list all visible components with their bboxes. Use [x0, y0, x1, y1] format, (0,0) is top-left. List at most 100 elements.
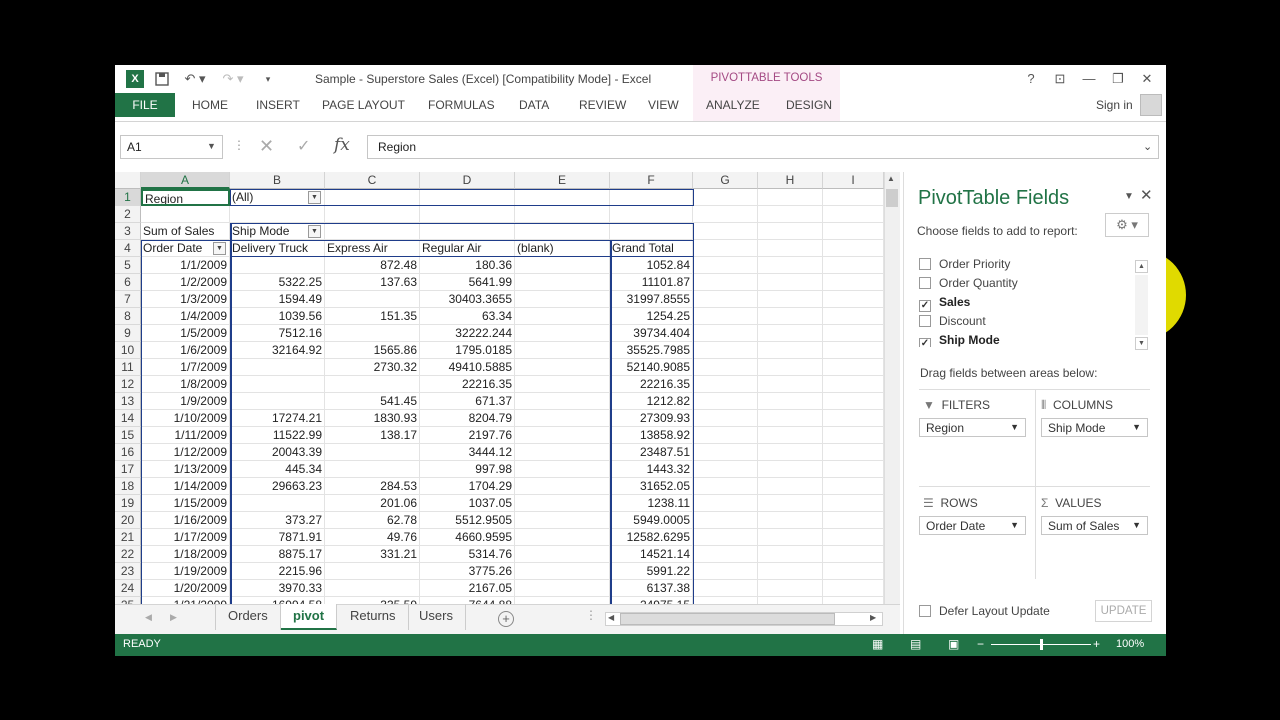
row-header[interactable]: 19	[115, 495, 141, 512]
pivot-header-cell[interactable]: Delivery Truck	[230, 240, 325, 257]
pivot-data-cell[interactable]	[515, 257, 610, 274]
cell[interactable]	[823, 223, 884, 240]
pivot-data-cell[interactable]: 32222.244	[420, 325, 515, 342]
values-sum-of-sales-dropdown[interactable]: Sum of Sales ▼	[1041, 516, 1148, 535]
pivot-data-cell[interactable]: 52140.9085	[610, 359, 693, 376]
column-header[interactable]: A	[141, 172, 230, 189]
pivot-data-cell[interactable]: 1/7/2009	[141, 359, 230, 376]
cell[interactable]	[758, 291, 823, 308]
pivot-data-cell[interactable]: 3775.26	[420, 563, 515, 580]
pivot-data-cell[interactable]	[325, 444, 420, 461]
pivot-data-cell[interactable]: 7512.16	[230, 325, 325, 342]
tools-gear-button[interactable]: ⚙ ▾	[1105, 213, 1149, 237]
pivot-header-cell[interactable]: Regular Air	[420, 240, 515, 257]
row-header[interactable]: 5	[115, 257, 141, 274]
scroll-right-icon[interactable]: ▶	[870, 613, 876, 622]
cell[interactable]	[758, 512, 823, 529]
pivot-data-cell[interactable]	[230, 495, 325, 512]
add-sheet-icon[interactable]: +	[498, 611, 514, 627]
pivot-data-cell[interactable]: 1/15/2009	[141, 495, 230, 512]
rows-order-date-dropdown[interactable]: Order Date ▼	[919, 516, 1026, 535]
pivot-data-cell[interactable]: 5991.22	[610, 563, 693, 580]
pivot-data-cell[interactable]: 151.35	[325, 308, 420, 325]
pivot-data-cell[interactable]	[515, 444, 610, 461]
update-button[interactable]: UPDATE	[1095, 600, 1152, 622]
pivot-data-cell[interactable]	[515, 308, 610, 325]
column-header[interactable]: F	[610, 172, 693, 189]
cell[interactable]	[325, 189, 420, 206]
column-header[interactable]: C	[325, 172, 420, 189]
cell[interactable]	[823, 376, 884, 393]
pivot-data-cell[interactable]: 1212.82	[610, 393, 693, 410]
pivot-data-cell[interactable]	[230, 257, 325, 274]
row-header[interactable]: 12	[115, 376, 141, 393]
select-all-corner[interactable]	[115, 172, 141, 189]
pivot-data-cell[interactable]: 5641.99	[420, 274, 515, 291]
pivot-data-cell[interactable]: 12582.6295	[610, 529, 693, 546]
pivot-data-cell[interactable]: 1/11/2009	[141, 427, 230, 444]
cell[interactable]	[758, 410, 823, 427]
ribbon-display-button[interactable]: ⊡	[1048, 69, 1072, 89]
checkbox[interactable]	[919, 277, 931, 289]
cell[interactable]	[610, 223, 693, 240]
pivot-data-cell[interactable]: 20043.39	[230, 444, 325, 461]
row-header[interactable]: 18	[115, 478, 141, 495]
cell[interactable]	[823, 206, 884, 223]
row-header[interactable]: 3	[115, 223, 141, 240]
cell[interactable]	[693, 478, 758, 495]
row-header[interactable]: 16	[115, 444, 141, 461]
zoom-slider-thumb[interactable]	[1040, 639, 1043, 650]
pivot-data-cell[interactable]: 14521.14	[610, 546, 693, 563]
column-label-dropdown-button[interactable]: ▼	[308, 225, 321, 238]
cell[interactable]	[823, 308, 884, 325]
pivot-data-cell[interactable]	[515, 529, 610, 546]
close-button[interactable]: ✕	[1135, 69, 1159, 89]
cell[interactable]	[610, 189, 693, 206]
cell[interactable]	[823, 563, 884, 580]
cell[interactable]	[823, 240, 884, 257]
row-header[interactable]: 8	[115, 308, 141, 325]
pivot-data-cell[interactable]: 8875.17	[230, 546, 325, 563]
cell[interactable]	[758, 274, 823, 291]
pivot-data-cell[interactable]: 2167.05	[420, 580, 515, 597]
pivot-data-cell[interactable]: 1052.84	[610, 257, 693, 274]
pivot-data-cell[interactable]: 11522.99	[230, 427, 325, 444]
checkbox-checked[interactable]: ✓	[919, 338, 931, 347]
cell[interactable]	[230, 206, 325, 223]
pivot-data-cell[interactable]	[515, 291, 610, 308]
pivot-data-cell[interactable]: 997.98	[420, 461, 515, 478]
checkbox[interactable]	[919, 605, 931, 617]
pivot-data-cell[interactable]: 1/3/2009	[141, 291, 230, 308]
row-header[interactable]: 6	[115, 274, 141, 291]
cell-a1-region[interactable]: Region	[141, 189, 230, 206]
cell[interactable]	[758, 427, 823, 444]
row-header[interactable]: 15	[115, 427, 141, 444]
pivot-data-cell[interactable]: 1039.56	[230, 308, 325, 325]
checkbox[interactable]	[919, 315, 931, 327]
cell[interactable]	[515, 206, 610, 223]
pivot-data-cell[interactable]: 8204.79	[420, 410, 515, 427]
sign-in-link[interactable]: Sign in	[1096, 98, 1133, 112]
pivot-data-cell[interactable]: 1704.29	[420, 478, 515, 495]
cell[interactable]	[823, 512, 884, 529]
pivot-data-cell[interactable]: 4660.9595	[420, 529, 515, 546]
pivot-data-cell[interactable]: 1443.32	[610, 461, 693, 478]
pivot-data-cell[interactable]: 1594.49	[230, 291, 325, 308]
cell[interactable]	[823, 580, 884, 597]
row-header[interactable]: 9	[115, 325, 141, 342]
row-header[interactable]: 22	[115, 546, 141, 563]
cell[interactable]	[693, 223, 758, 240]
cell[interactable]	[693, 410, 758, 427]
row-header[interactable]: 17	[115, 461, 141, 478]
cell[interactable]	[758, 359, 823, 376]
pivot-data-cell[interactable]: 1795.0185	[420, 342, 515, 359]
row-header[interactable]: 13	[115, 393, 141, 410]
restore-button[interactable]: ❐	[1106, 69, 1130, 89]
pivot-data-cell[interactable]: 5949.0005	[610, 512, 693, 529]
pivot-data-cell[interactable]	[325, 376, 420, 393]
pivot-data-cell[interactable]: 331.21	[325, 546, 420, 563]
cell[interactable]	[823, 495, 884, 512]
pivot-data-cell[interactable]: 5322.25	[230, 274, 325, 291]
field-scroll-down-icon[interactable]: ▼	[1135, 337, 1148, 350]
cell[interactable]	[758, 529, 823, 546]
